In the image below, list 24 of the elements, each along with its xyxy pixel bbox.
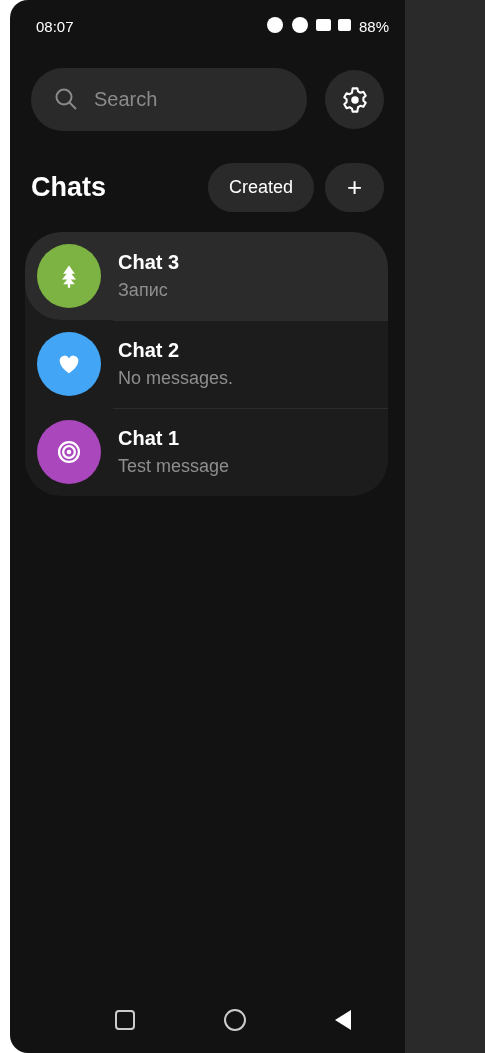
battery-text: 88% [358, 17, 389, 37]
clock-text: 08:07 [36, 17, 75, 37]
chat-name: Chat 1 [118, 426, 181, 451]
chat-name: Chat 3 [118, 250, 180, 275]
chat-item[interactable]: Chat 1 Test message [25, 408, 388, 496]
settings-icon [340, 85, 369, 114]
home-icon[interactable] [223, 1008, 246, 1031]
chat-preview: Запис [118, 280, 169, 302]
chat-preview: No messages. [118, 368, 234, 390]
status-icon [337, 19, 351, 31]
status-icon [291, 17, 308, 33]
chat-preview: Test message [118, 456, 230, 478]
search-field[interactable]: Search [31, 68, 307, 131]
add-button[interactable]: + [325, 163, 384, 212]
filter-button[interactable]: Created [207, 163, 314, 212]
chat-item[interactable]: Chat 2 No messages. [25, 320, 388, 408]
status-icon [315, 19, 331, 31]
chat-item[interactable]: Chat 3 Запис [25, 232, 388, 320]
status-icon [266, 17, 283, 33]
section-title: Chats [31, 171, 107, 205]
recent-apps-icon[interactable] [114, 1009, 135, 1030]
target-icon [55, 438, 83, 466]
chat-name: Chat 2 [118, 338, 181, 363]
back-icon[interactable] [334, 1009, 351, 1030]
